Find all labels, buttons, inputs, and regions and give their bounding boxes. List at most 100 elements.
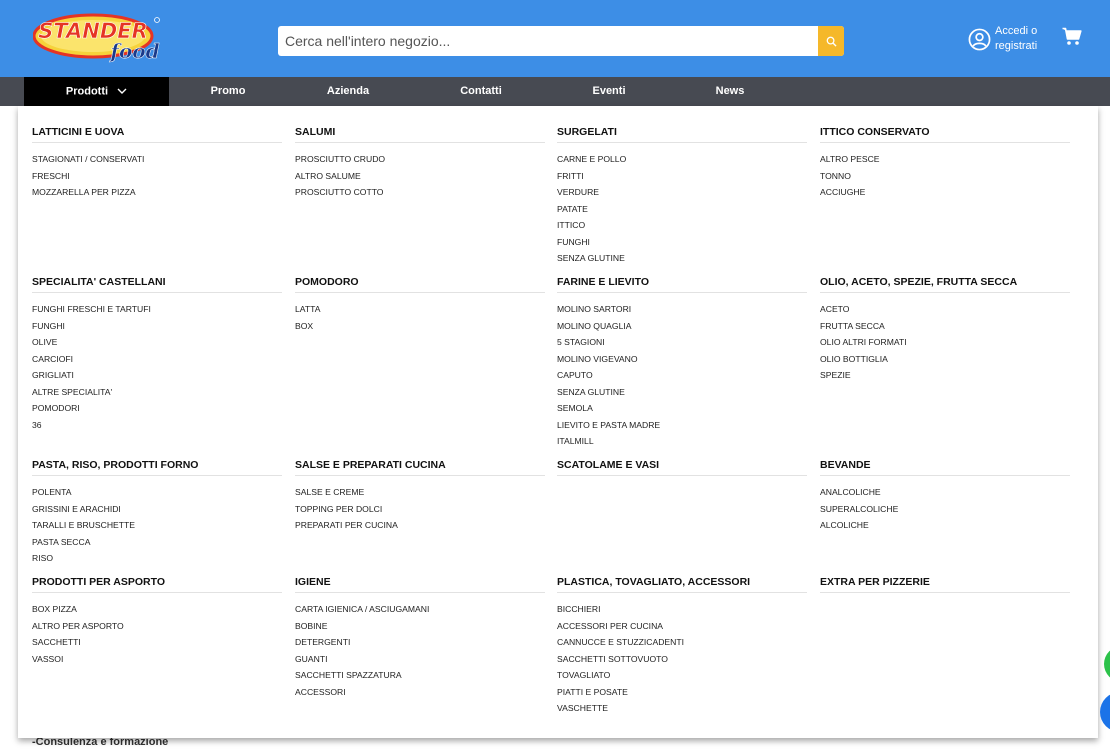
subcategory-link[interactable]: ACETO bbox=[820, 301, 1070, 318]
category-igiene: IGIENE CARTA IGIENICA / ASCIUGAMANI BOBI… bbox=[295, 575, 545, 700]
subcategory-link[interactable]: SEMOLA bbox=[557, 400, 807, 417]
subcategory-link[interactable]: SACCHETTI SPAZZATURA bbox=[295, 667, 545, 684]
subcategory-link[interactable]: TOVAGLIATO bbox=[557, 667, 807, 684]
subcategory-link[interactable]: ACCIUGHE bbox=[820, 184, 1070, 201]
subcategory-link[interactable]: PROSCIUTTO CRUDO bbox=[295, 151, 545, 168]
subcategory-link[interactable]: TOPPING PER DOLCI bbox=[295, 501, 545, 518]
category-title[interactable]: BEVANDE bbox=[820, 458, 1070, 476]
subcategory-link[interactable]: FUNGHI bbox=[32, 318, 282, 335]
subcategory-link[interactable]: VERDURE bbox=[557, 184, 807, 201]
nav-contatti[interactable]: Contatti bbox=[441, 77, 521, 106]
subcategory-link[interactable]: FRITTI bbox=[557, 168, 807, 185]
subcategory-link[interactable]: PATATE bbox=[557, 201, 807, 218]
category-title[interactable]: IGIENE bbox=[295, 575, 545, 593]
category-title[interactable]: SURGELATI bbox=[557, 125, 807, 143]
subcategory-link[interactable]: CARTA IGIENICA / ASCIUGAMANI bbox=[295, 601, 545, 618]
category-title[interactable]: LATTICINI E UOVA bbox=[32, 125, 282, 143]
subcategory-link[interactable]: TONNO bbox=[820, 168, 1070, 185]
subcategory-link[interactable]: ITALMILL bbox=[557, 433, 807, 450]
nav-promo[interactable]: Promo bbox=[188, 77, 268, 106]
subcategory-link[interactable]: VASCHETTE bbox=[557, 700, 807, 717]
category-title[interactable]: PRODOTTI PER ASPORTO bbox=[32, 575, 282, 593]
subcategory-link[interactable]: LIEVITO E PASTA MADRE bbox=[557, 417, 807, 434]
stander-food-logo[interactable]: STANDER food bbox=[32, 12, 161, 66]
subcategory-link[interactable]: GUANTI bbox=[295, 651, 545, 668]
subcategory-link[interactable]: PREPARATI PER CUCINA bbox=[295, 517, 545, 534]
account-link[interactable]: Accedi o registrati bbox=[968, 24, 1037, 54]
subcategory-link[interactable]: ALTRO PESCE bbox=[820, 151, 1070, 168]
category-title[interactable]: PLASTICA, TOVAGLIATO, ACCESSORI bbox=[557, 575, 807, 593]
whatsapp-chat-button[interactable] bbox=[1104, 646, 1110, 682]
subcategory-link[interactable]: SACCHETTI bbox=[32, 634, 282, 651]
subcategory-link[interactable]: MOLINO SARTORI bbox=[557, 301, 807, 318]
subcategory-link[interactable]: DETERGENTI bbox=[295, 634, 545, 651]
subcategory-link[interactable]: MOLINO QUAGLIA bbox=[557, 318, 807, 335]
subcategory-link[interactable]: MOZZARELLA PER PIZZA bbox=[32, 184, 282, 201]
subcategory-link[interactable]: GRISSINI E ARACHIDI bbox=[32, 501, 282, 518]
subcategory-link[interactable]: FUNGHI FRESCHI E TARTUFI bbox=[32, 301, 282, 318]
chat-widget-button[interactable] bbox=[1100, 692, 1110, 732]
subcategory-link[interactable]: RISO bbox=[32, 550, 282, 567]
subcategory-link[interactable]: SENZA GLUTINE bbox=[557, 250, 807, 267]
subcategory-link[interactable]: ALTRE SPECIALITA' bbox=[32, 384, 282, 401]
subcategory-link[interactable]: SACCHETTI SOTTOVUOTO bbox=[557, 651, 807, 668]
category-title[interactable]: SALUMI bbox=[295, 125, 545, 143]
category-title[interactable]: SPECIALITA' CASTELLANI bbox=[32, 275, 282, 293]
subcategory-link[interactable]: TARALLI E BRUSCHETTE bbox=[32, 517, 282, 534]
subcategory-link[interactable]: BICCHIERI bbox=[557, 601, 807, 618]
subcategory-link[interactable]: ALTRO PER ASPORTO bbox=[32, 618, 282, 635]
nav-prodotti[interactable]: Prodotti bbox=[24, 77, 169, 106]
search-button[interactable] bbox=[818, 26, 844, 56]
subcategory-link[interactable]: ALTRO SALUME bbox=[295, 168, 545, 185]
subcategory-link[interactable]: CARCIOFI bbox=[32, 351, 282, 368]
subcategory-link[interactable]: FRUTTA SECCA bbox=[820, 318, 1070, 335]
subcategory-link[interactable]: SALSE E CREME bbox=[295, 484, 545, 501]
subcategory-link[interactable]: MOLINO VIGEVANO bbox=[557, 351, 807, 368]
subcategory-link[interactable]: CAPUTO bbox=[557, 367, 807, 384]
subcategory-link[interactable]: OLIVE bbox=[32, 334, 282, 351]
subcategory-link[interactable]: ACCESSORI bbox=[295, 684, 545, 701]
subcategory-link[interactable]: POLENTA bbox=[32, 484, 282, 501]
subcategory-link[interactable]: ITTICO bbox=[557, 217, 807, 234]
category-title[interactable]: ITTICO CONSERVATO bbox=[820, 125, 1070, 143]
subcategory-link[interactable]: BOX bbox=[295, 318, 545, 335]
subcategory-link[interactable]: ALCOLICHE bbox=[820, 517, 1070, 534]
subcategory-link[interactable]: CARNE E POLLO bbox=[557, 151, 807, 168]
subcategory-link[interactable]: ANALCOLICHE bbox=[820, 484, 1070, 501]
subcategory-link[interactable]: OLIO ALTRI FORMATI bbox=[820, 334, 1070, 351]
subcategory-link[interactable]: 5 STAGIONI bbox=[557, 334, 807, 351]
nav-azienda[interactable]: Azienda bbox=[308, 77, 388, 106]
nav-news[interactable]: News bbox=[690, 77, 770, 106]
subcategory-link[interactable]: ACCESSORI PER CUCINA bbox=[557, 618, 807, 635]
subcategory-link[interactable]: PASTA SECCA bbox=[32, 534, 282, 551]
category-title[interactable]: SCATOLAME E VASI bbox=[557, 458, 807, 476]
subcategory-link[interactable]: STAGIONATI / CONSERVATI bbox=[32, 151, 282, 168]
subcategory-link[interactable]: SUPERALCOLICHE bbox=[820, 501, 1070, 518]
subcategory-link[interactable]: GRIGLIATI bbox=[32, 367, 282, 384]
subcategory-link[interactable]: SENZA GLUTINE bbox=[557, 384, 807, 401]
category-title[interactable]: POMODORO bbox=[295, 275, 545, 293]
subcategory-link[interactable]: POMODORI bbox=[32, 400, 282, 417]
subcategory-link[interactable]: SPEZIE bbox=[820, 367, 1070, 384]
subcategory-link[interactable]: LATTA bbox=[295, 301, 545, 318]
subcategory-link[interactable]: FRESCHI bbox=[32, 168, 282, 185]
subcategory-link[interactable]: PIATTI E POSATE bbox=[557, 684, 807, 701]
category-title[interactable]: EXTRA PER PIZZERIE bbox=[820, 575, 1070, 593]
category-title[interactable]: SALSE E PREPARATI CUCINA bbox=[295, 458, 545, 476]
category-title[interactable]: OLIO, ACETO, SPEZIE, FRUTTA SECCA bbox=[820, 275, 1070, 293]
category-title[interactable]: PASTA, RISO, PRODOTTI FORNO bbox=[32, 458, 282, 476]
subcategory-link[interactable]: BOX PIZZA bbox=[32, 601, 282, 618]
category-title[interactable]: FARINE E LIEVITO bbox=[557, 275, 807, 293]
subcategory-link[interactable]: FUNGHI bbox=[557, 234, 807, 251]
cart-icon bbox=[1062, 27, 1082, 45]
subcategory-link[interactable]: PROSCIUTTO COTTO bbox=[295, 184, 545, 201]
subcategory-link[interactable]: CANNUCCE E STUZZICADENTI bbox=[557, 634, 807, 651]
nav-eventi[interactable]: Eventi bbox=[569, 77, 649, 106]
subcategory-link[interactable]: VASSOI bbox=[32, 651, 282, 668]
cart-button[interactable] bbox=[1062, 27, 1082, 51]
category-surgelati: SURGELATI CARNE E POLLO FRITTI VERDURE P… bbox=[557, 125, 807, 267]
subcategory-link[interactable]: BOBINE bbox=[295, 618, 545, 635]
search-input[interactable] bbox=[278, 26, 818, 56]
subcategory-link[interactable]: 36 bbox=[32, 417, 282, 434]
subcategory-link[interactable]: OLIO BOTTIGLIA bbox=[820, 351, 1070, 368]
